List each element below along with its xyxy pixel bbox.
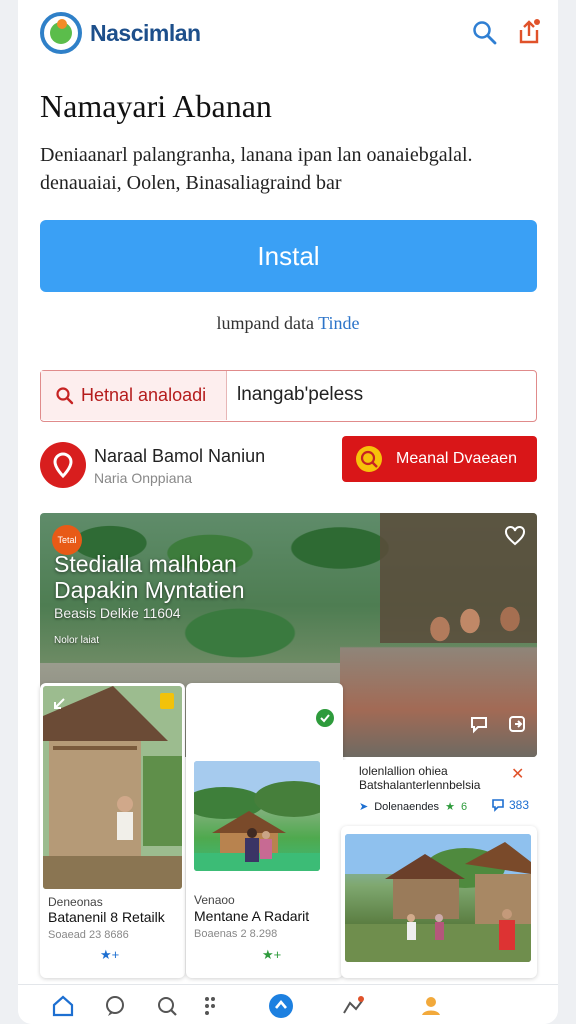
comment-count-value: 383 bbox=[509, 798, 530, 812]
developer-name[interactable]: Naraal Bamol Naniun bbox=[94, 446, 265, 467]
comment-count[interactable]: 383 bbox=[491, 798, 529, 812]
follow-button[interactable]: Meanal Dvaeaen bbox=[342, 436, 537, 482]
card-caption: Venaoo bbox=[194, 893, 235, 907]
back-arrow-icon[interactable] bbox=[52, 697, 68, 711]
card-caption: Deneonas bbox=[48, 895, 103, 909]
follow-icon bbox=[356, 446, 382, 472]
tag-icon: ➤ bbox=[359, 801, 369, 813]
star-icon: ★ bbox=[445, 801, 455, 813]
banner-tag: Nolor laiat bbox=[54, 635, 100, 646]
card-title: lolenlallion ohiea bbox=[359, 764, 448, 778]
subnote-text: lumpand data bbox=[216, 313, 314, 333]
card-title: Mentane A Radarit bbox=[194, 908, 310, 924]
install-button[interactable]: Instal bbox=[40, 220, 537, 292]
bottom-nav bbox=[18, 984, 558, 1024]
developer-avatar[interactable] bbox=[40, 442, 86, 488]
updates-icon[interactable] bbox=[268, 993, 294, 1019]
rating-stars: ★+ bbox=[262, 947, 282, 962]
content-card[interactable] bbox=[341, 826, 537, 978]
rating-stars: ★+ bbox=[100, 947, 120, 962]
card-image bbox=[43, 686, 182, 889]
top-bar: Nascimlan bbox=[18, 0, 558, 68]
card-meta: Soaead 23 8686 bbox=[48, 929, 129, 941]
content-card-info[interactable]: lolenlallion ohiea Batshalanterlennbelsi… bbox=[341, 760, 537, 830]
card-image bbox=[345, 834, 531, 962]
card-subtitle: Batshalanterlennbelsia bbox=[359, 778, 481, 792]
store-name: Nascimlan bbox=[90, 20, 201, 46]
banner-subtitle: Beasis Delkie 11604 bbox=[54, 605, 181, 621]
card-meta: Boaenas 2 8.298 bbox=[194, 928, 278, 940]
share-icon[interactable] bbox=[516, 18, 542, 46]
card-meta: Dolenaendes bbox=[374, 800, 440, 813]
comment-icon bbox=[492, 799, 504, 812]
favorite-icon[interactable] bbox=[504, 525, 526, 547]
banner-title-line2: Dapakin Myntatien bbox=[54, 577, 245, 603]
location-pin-icon bbox=[53, 452, 73, 479]
library-icon[interactable] bbox=[340, 993, 366, 1019]
chat-icon[interactable] bbox=[102, 993, 128, 1019]
developer-subtitle: Naria Onppiana bbox=[94, 470, 193, 486]
star-rating-icon: ★+ bbox=[262, 947, 281, 963]
check-badge-icon bbox=[316, 709, 334, 727]
card-title: Batanenil 8 Retailk bbox=[48, 909, 165, 925]
profile-icon[interactable] bbox=[418, 993, 444, 1019]
home-icon[interactable] bbox=[50, 993, 76, 1019]
banner-title-line1: Stedialla malhban bbox=[54, 551, 237, 577]
banner-title: Stedialla malhban Dapakin Myntatien bbox=[54, 551, 245, 603]
app-title: Namayari Abanan bbox=[40, 88, 272, 124]
expand-icon[interactable] bbox=[506, 713, 528, 735]
banner-actions bbox=[468, 713, 528, 735]
share-icon[interactable]: ✕ bbox=[511, 764, 524, 784]
card-image bbox=[194, 761, 320, 871]
comment-icon[interactable] bbox=[468, 713, 490, 735]
search-icon bbox=[56, 386, 74, 404]
follow-label: Meanal Dvaeaen bbox=[396, 450, 517, 467]
subnote: lumpand data Tinde bbox=[18, 313, 558, 334]
app-detail-screen: Nascimlan Namayari Abanan Deniaanarl pal… bbox=[18, 0, 558, 1024]
star-rating-icon: ★+ bbox=[100, 947, 119, 963]
apps-icon[interactable] bbox=[198, 993, 224, 1019]
content-card[interactable]: Venaoo Mentane A Radarit Boaenas 2 8.298… bbox=[186, 683, 343, 978]
content-card[interactable]: Deneonas Batanenil 8 Retailk Soaead 23 8… bbox=[40, 683, 185, 978]
app-description: Deniaanarl palangranha, lanana ipan lan … bbox=[40, 144, 473, 194]
search-category-label: Hetnal analoadi bbox=[81, 385, 207, 405]
search-category-button[interactable]: Hetnal analoadi bbox=[41, 371, 227, 420]
card-stats: ➤ Dolenaendes ★ 6 bbox=[359, 800, 468, 814]
card-rating: 6 bbox=[460, 800, 468, 813]
subnote-link[interactable]: Tinde bbox=[318, 313, 359, 333]
app-logo bbox=[40, 12, 82, 54]
search-bar[interactable]: Hetnal analoadi lnangab'peless bbox=[40, 370, 537, 422]
bookmark-icon[interactable] bbox=[160, 693, 174, 709]
discover-icon[interactable] bbox=[154, 993, 180, 1019]
search-icon[interactable] bbox=[472, 20, 498, 46]
search-input[interactable]: lnangab'peless bbox=[237, 384, 363, 406]
